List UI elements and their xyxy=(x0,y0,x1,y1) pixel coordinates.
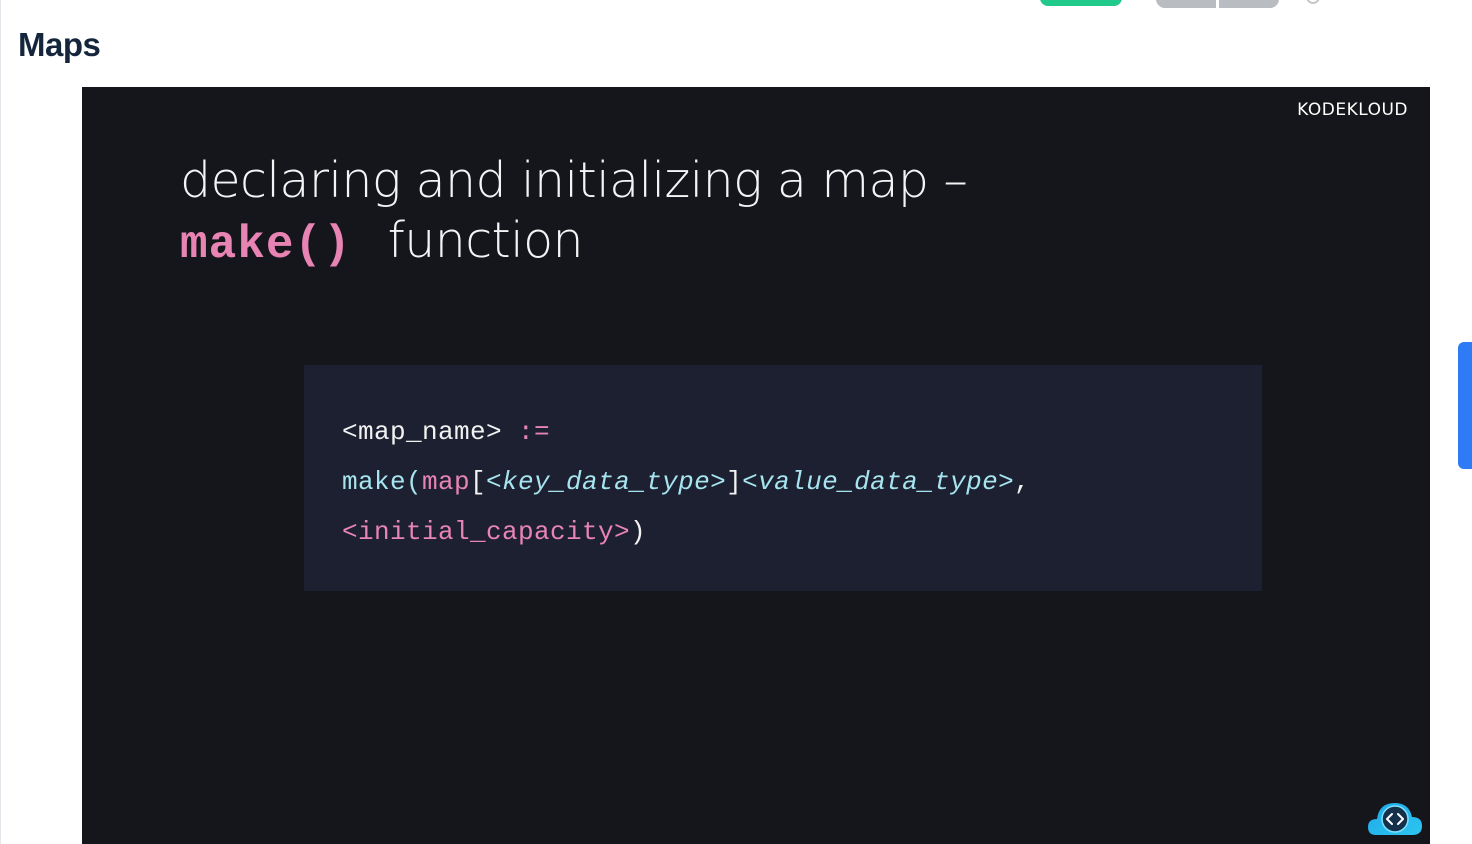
code-line-1: <map_name> := xyxy=(342,417,550,447)
code-key-type: <key_data_type> xyxy=(486,467,727,497)
page-title: Maps xyxy=(18,26,101,63)
slide-heading: declaring and initializing a map – make(… xyxy=(180,151,968,275)
code-left-bracket: [ xyxy=(470,467,487,497)
code-map-name: <map_name> xyxy=(342,417,503,447)
slide-heading-line2: make() function xyxy=(180,211,967,275)
help-icon[interactable] xyxy=(1306,0,1320,4)
code-right-bracket: ] xyxy=(726,467,743,497)
code-initial-capacity: <initial_capacity> xyxy=(342,517,631,547)
code-map-keyword: map xyxy=(422,467,471,497)
code-value-type: <value_data_type> xyxy=(742,467,1015,497)
code-make-call: make( xyxy=(342,467,423,497)
code-close-paren: ) xyxy=(630,517,647,547)
heading-function-word: function xyxy=(387,212,584,269)
kodekloud-logo: KODEKLOUD xyxy=(1297,100,1408,120)
code-line-3: <initial_capacity>) xyxy=(342,517,646,547)
code-block: <map_name> := make(map[<key_data_type>]<… xyxy=(304,365,1262,591)
top-prev-button[interactable] xyxy=(1156,0,1216,8)
top-next-button[interactable] xyxy=(1219,0,1279,8)
lesson-slide: KODEKLOUD declaring and initializing a m… xyxy=(82,87,1430,844)
left-divider xyxy=(0,0,1,844)
feedback-side-tab[interactable] xyxy=(1458,342,1472,469)
cloud-code-icon[interactable] xyxy=(1368,799,1422,837)
code-assign-op: := xyxy=(518,417,551,447)
heading-make-code: make() xyxy=(180,219,352,271)
code-comma: , xyxy=(1014,467,1031,497)
code-line-2: make(map[<key_data_type>]<value_data_typ… xyxy=(342,467,1030,497)
top-action-button[interactable] xyxy=(1040,0,1122,6)
slide-heading-line1: declaring and initializing a map – xyxy=(180,152,968,209)
